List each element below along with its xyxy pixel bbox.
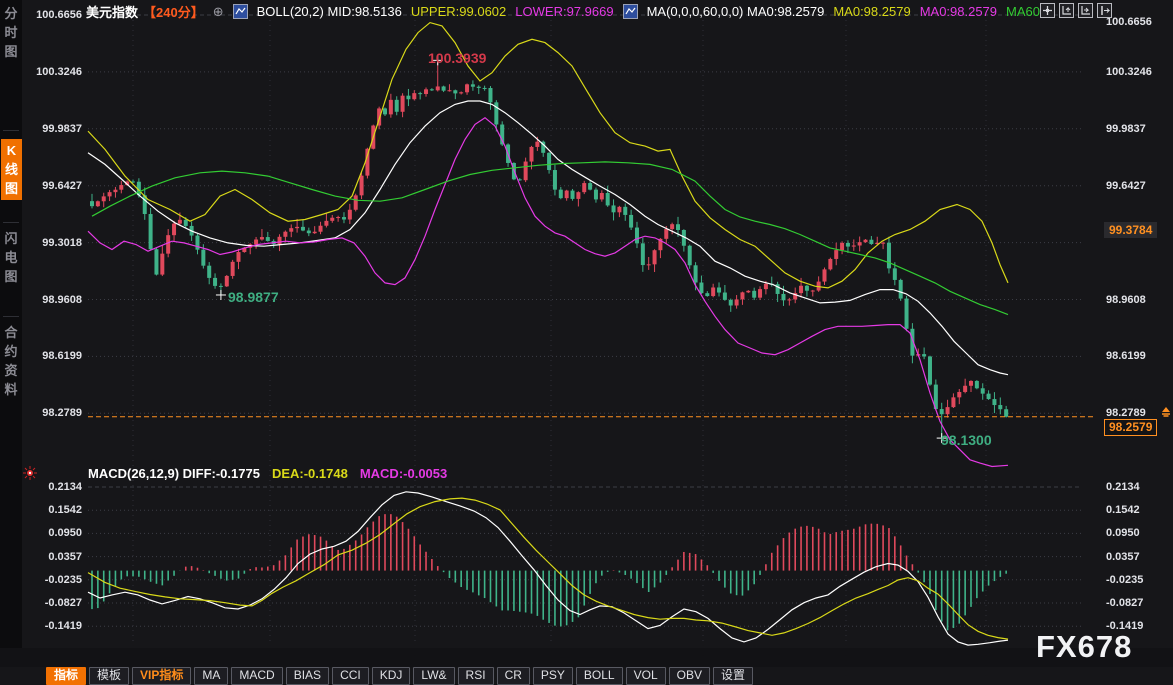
axis-zoom-out-icon[interactable] [1078,3,1093,18]
price-chart-canvas[interactable] [0,0,1173,648]
sidebar-tab-1[interactable]: 分时图 [0,4,22,61]
toolbar-button-指标[interactable]: 指标 [46,667,86,685]
high-price-label: 100.3939 [428,50,486,66]
boll-legend-item-2: UPPER:99.0602 [411,4,506,19]
sidebar-divider [3,222,19,223]
sidebar-tab-4[interactable]: 合约资料 [0,323,22,399]
toolbar-button-CR[interactable]: CR [497,667,530,685]
reference-price-badge: 99.3784 [1104,222,1157,238]
toolbar-button-MA[interactable]: MA [194,667,228,685]
time-axis: 240分 ▲ 11/1111/1511/2112/0312/0912/13 20… [0,648,1173,667]
macd-legend-item-1: MACD(26,12,9) DIFF:-0.1775 [88,466,260,481]
toolbar-button-设置[interactable]: 设置 [713,667,753,685]
last-price-badge: 98.2579 [1104,419,1157,436]
chart-type-sidebar: 分时图 K线图闪电图合约资料 [0,0,22,648]
boll-legend-item-3: LOWER:97.9669 [515,4,613,19]
watermark-logo: FX678 [1036,629,1132,665]
macd-legend-item-3: MACD:-0.0053 [360,466,447,481]
macd-legend-item-2: DEA:-0.1748 [272,466,348,481]
toolbar-button-VOL[interactable]: VOL [626,667,666,685]
ma-legend-item-3: MA0:98.2579 [920,4,997,19]
toolbar-button-KDJ[interactable]: KDJ [372,667,411,685]
add-indicator-icon[interactable]: ⊕ [213,5,224,18]
axis-zoom-in-icon[interactable] [1059,3,1074,18]
toolbar-button-LW&[interactable]: LW& [413,667,454,685]
indicator-toolbar: 指标模板VIP指标MAMACDBIASCCIKDJLW&RSICRPSYBOLL… [46,667,753,685]
toolbar-button-BIAS[interactable]: BIAS [286,667,329,685]
swing-low-price-label: 98.9877 [228,289,279,305]
crosshair-icon[interactable] [1040,3,1055,18]
toolbar-button-MACD[interactable]: MACD [231,667,282,685]
low-price-label: 98.1300 [941,432,992,448]
sidebar-tab-2[interactable]: K线图 [1,139,22,200]
chart-tool-icons [1040,3,1112,18]
ma-indicator-icon[interactable] [623,4,638,19]
boll-indicator-icon[interactable] [233,4,248,19]
sidebar-divider [3,316,19,317]
sidebar-divider [3,130,19,131]
instrument-title: 美元指数 [86,2,138,21]
chart-header-legend: 美元指数 【240分】 ⊕ BOLL(20,2) MID:98.5136 UPPE… [86,3,1051,19]
ma-legend-item-2: MA0:98.2579 [833,4,910,19]
trading-app-window: 分时图 K线图闪电图合约资料 美元指数 【240分】 ⊕ BOLL(20,2) M… [0,0,1173,685]
toolbar-button-BOLL[interactable]: BOLL [576,667,623,685]
alert-dot-icon[interactable] [22,465,38,486]
toolbar-button-OBV[interactable]: OBV [669,667,710,685]
price-up-arrow-icon [1160,405,1172,423]
ma-legend: MA(0,0,0,60,0,0) MA0:98.2579 MA0:98.2579 M… [647,4,1051,19]
toolbar-button-CCI[interactable]: CCI [332,667,369,685]
interval-title: 【240分】 [143,2,204,21]
boll-legend: BOLL(20,2) MID:98.5136 UPPER:99.0602 LOWER… [257,4,614,19]
toolbar-button-RSI[interactable]: RSI [458,667,494,685]
toolbar-button-VIP指标[interactable]: VIP指标 [132,667,191,685]
ma-legend-item-1: MA(0,0,0,60,0,0) MA0:98.2579 [647,4,825,19]
macd-legend: MACD(26,12,9) DIFF:-0.1775 DEA:-0.1748 MAC… [88,466,447,481]
toolbar-button-PSY[interactable]: PSY [533,667,573,685]
sidebar-tab-3[interactable]: 闪电图 [0,229,22,286]
pan-right-icon[interactable] [1097,3,1112,18]
toolbar-button-模板[interactable]: 模板 [89,667,129,685]
boll-legend-item-1: BOLL(20,2) MID:98.5136 [257,4,402,19]
